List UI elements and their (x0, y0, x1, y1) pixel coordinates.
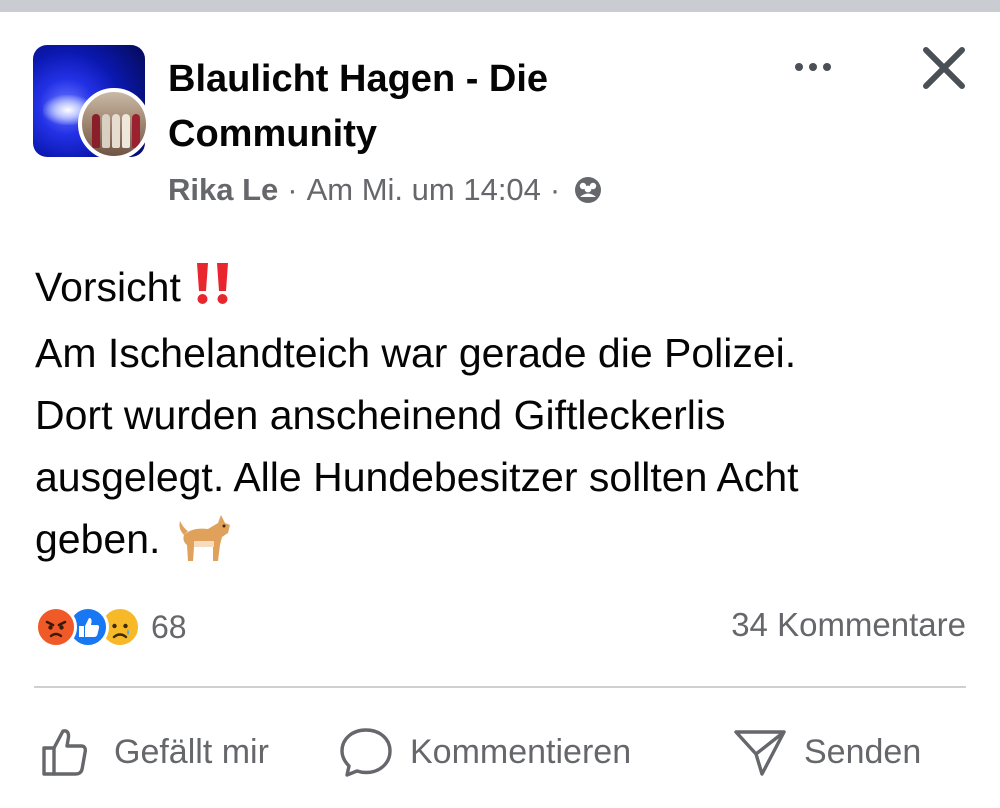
reactions-summary[interactable]: 68 (35, 604, 187, 650)
more-options-button[interactable] (788, 52, 838, 82)
avatar-figure (132, 114, 140, 148)
meta-separator: · (549, 172, 561, 207)
post-line: ausgelegt. Alle Hundebesitzer sollten Ac… (35, 454, 799, 500)
like-label: Gefällt mir (114, 732, 269, 771)
author-avatar[interactable] (78, 88, 150, 160)
close-button[interactable] (918, 42, 970, 94)
post-actions-bar: Gefällt mir Kommentieren Senden (0, 714, 1000, 790)
avatar-figure (112, 114, 120, 148)
angry-reaction-icon (35, 606, 77, 648)
dog-emoji-icon (174, 511, 232, 582)
like-button[interactable]: Gefällt mir (40, 714, 269, 790)
post-line: Dort wurden anscheinend Giftleckerlis (35, 392, 726, 438)
divider (34, 686, 966, 688)
group-name[interactable]: Blaulicht Hagen - Die Community (168, 52, 728, 162)
post-body: Vorsicht Am Ischelandteich war gerade di… (35, 256, 970, 582)
comment-bubble-icon (340, 728, 392, 777)
post-meta: Rika Le · Am Mi. um 14:04 · (168, 172, 603, 208)
comments-count[interactable]: 34 Kommentare (731, 606, 966, 644)
meta-separator: · (287, 172, 298, 207)
comment-label: Kommentieren (410, 732, 632, 771)
post-timestamp[interactable]: Am Mi. um 14:04 (307, 172, 541, 208)
close-icon (923, 47, 965, 89)
avatar-figure (92, 114, 100, 148)
send-label: Senden (804, 732, 922, 771)
more-horizontal-icon (795, 63, 803, 71)
avatar-figure (122, 114, 130, 148)
post-line: geben. (35, 508, 970, 582)
post-line: Am Ischelandteich war gerade die Polizei… (35, 330, 797, 376)
comment-button[interactable]: Kommentieren (338, 714, 631, 790)
author-name[interactable]: Rika Le (168, 172, 278, 208)
thumbs-up-icon (42, 729, 88, 776)
send-button[interactable]: Senden (732, 714, 921, 790)
top-strip (0, 0, 1000, 12)
double-exclamation-icon (193, 260, 233, 322)
avatar-figure (102, 114, 110, 148)
group-members-icon[interactable] (573, 175, 603, 205)
send-icon (734, 730, 786, 776)
post-line: Vorsicht (35, 256, 970, 322)
reaction-count: 68 (151, 608, 187, 645)
